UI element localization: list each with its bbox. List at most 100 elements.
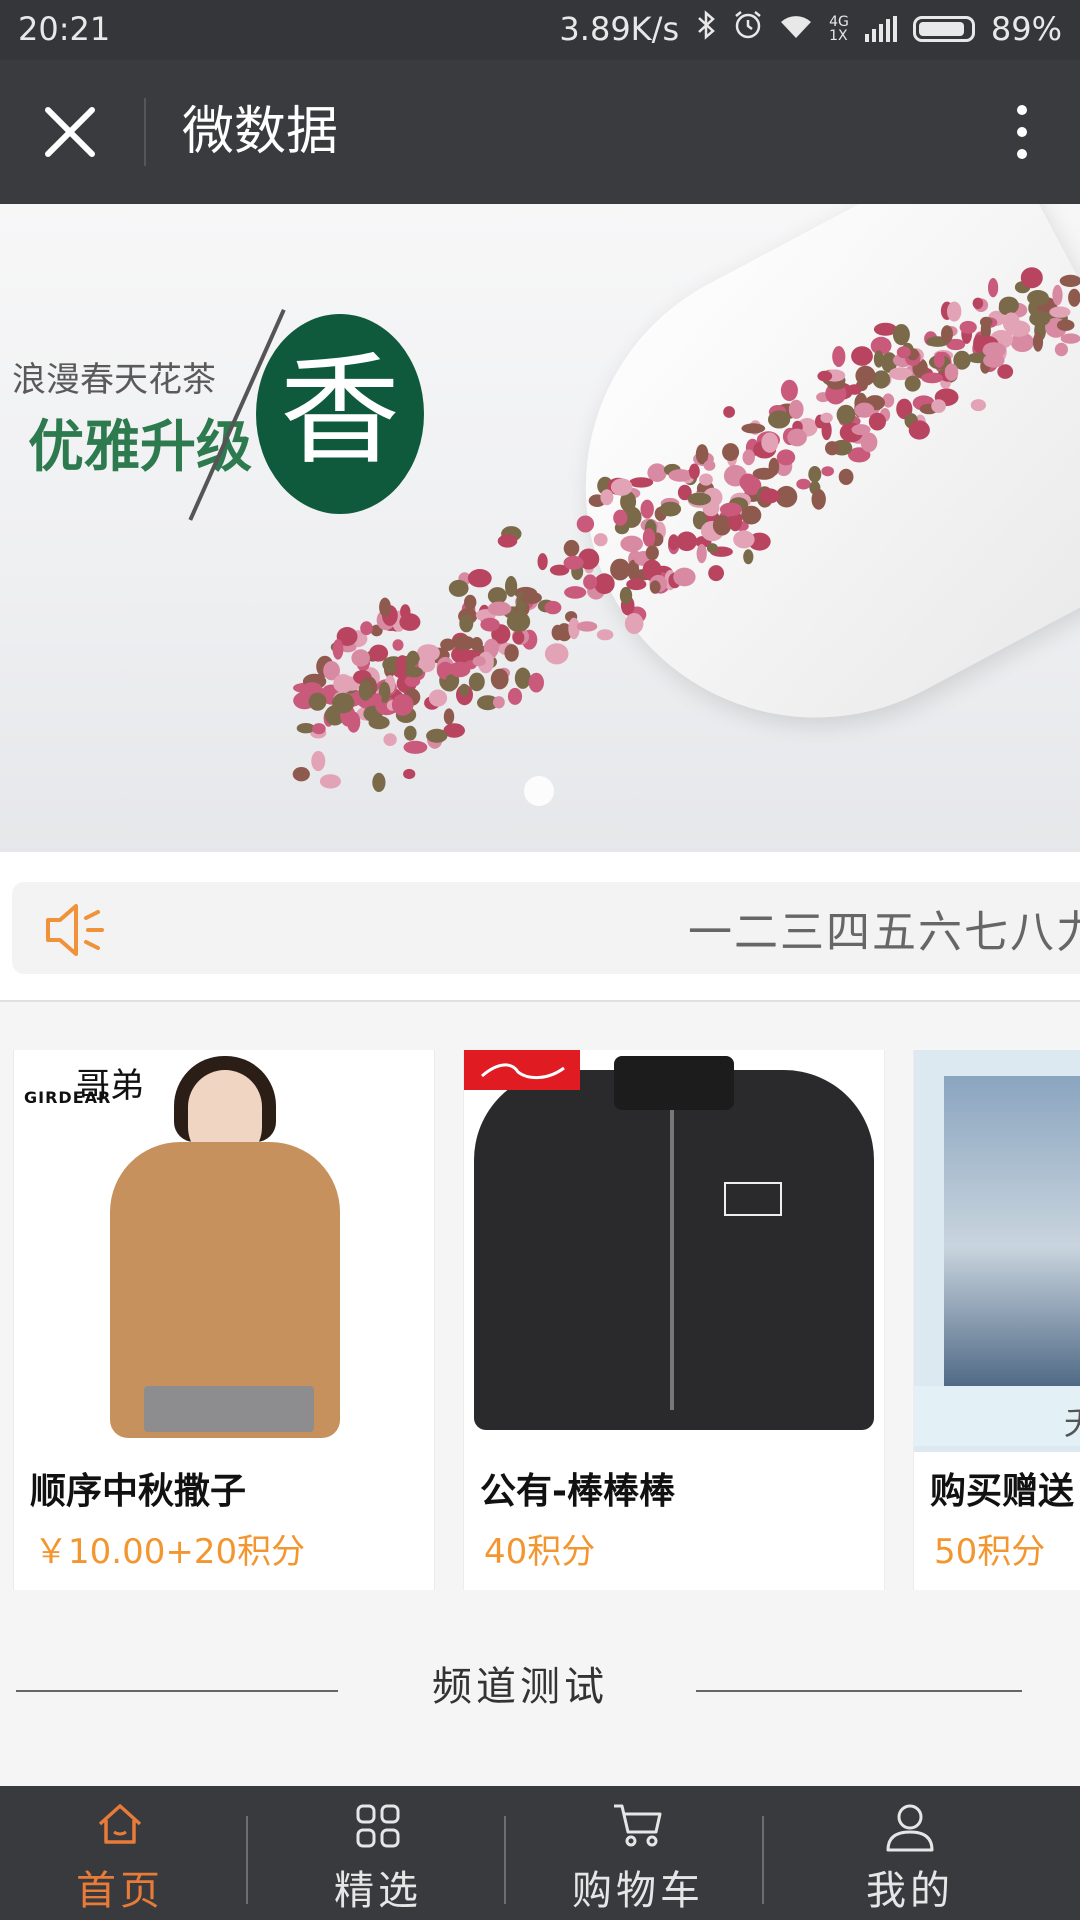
flower-bud <box>768 410 791 429</box>
flower-bud <box>399 613 421 631</box>
flower-bud <box>332 692 355 714</box>
flower-bud <box>358 680 373 701</box>
tab-mine[interactable]: 我的 <box>790 1786 1030 1920</box>
flower-bud <box>708 565 724 582</box>
flower-bud <box>722 443 740 462</box>
flower-bud <box>506 611 531 632</box>
flower-bud <box>504 644 519 662</box>
flower-bud <box>1049 306 1071 318</box>
flower-bud <box>544 643 569 665</box>
flower-bud <box>426 728 448 743</box>
cart-icon <box>614 1804 662 1847</box>
product-price: 40积分 <box>484 1532 596 1572</box>
flower-bud <box>551 624 564 641</box>
alarm-icon <box>733 10 763 48</box>
flower-bud <box>576 515 595 533</box>
product-image <box>464 1050 884 1452</box>
product-price: ￥10.00+20积分 <box>34 1532 306 1572</box>
flower-bud <box>600 489 614 506</box>
flower-bud <box>593 533 608 547</box>
flower-bud <box>379 597 391 617</box>
product-card[interactable]: 夭 购买赠送 50积分 <box>914 1050 1080 1590</box>
flower-bud <box>403 740 428 754</box>
flower-bud <box>403 768 416 780</box>
heading-line-right <box>696 1690 1022 1692</box>
signal-icon <box>864 16 897 42</box>
close-icon[interactable] <box>38 100 102 164</box>
flower-bud <box>640 499 654 519</box>
flower-bud <box>896 346 911 359</box>
flower-bud <box>825 441 840 456</box>
flower-bud <box>308 692 327 711</box>
flower-bud <box>292 767 310 782</box>
flower-bud <box>821 466 834 477</box>
banner-seal: 香 <box>256 314 424 514</box>
flower-bud <box>1020 267 1043 289</box>
flower-bud <box>742 449 755 466</box>
flower-bud <box>1029 311 1051 327</box>
flower-bud <box>904 375 921 392</box>
flower-bud <box>1032 332 1044 352</box>
flower-bud <box>719 502 743 517</box>
flower-bud <box>1027 290 1049 306</box>
product-carousel[interactable]: GIRDEAR 哥弟 顺序中秋撒子 ￥10.00+20积分 公有-棒棒棒 40积… <box>0 1050 1080 1590</box>
network-speed: 3.89K/s <box>559 10 680 48</box>
flower-bud <box>507 687 523 705</box>
flower-bud <box>983 353 1005 368</box>
flower-bud <box>642 528 656 547</box>
carousel-indicator-dot[interactable] <box>524 776 554 806</box>
flower-bud <box>668 534 680 551</box>
banner-carousel[interactable]: 浪漫春天花茶 优雅升级 香 <box>0 204 1080 852</box>
nav-divider <box>144 98 146 166</box>
flower-bud <box>521 591 542 604</box>
banner-headline: 优雅升级 <box>28 414 252 480</box>
flower-bud <box>659 501 682 517</box>
flower-bud <box>1056 319 1075 331</box>
flower-bud <box>512 630 525 645</box>
flower-bud <box>448 579 469 597</box>
flower-bud <box>687 492 712 506</box>
flower-bud <box>838 468 854 485</box>
flower-bud <box>613 509 628 526</box>
flower-bud <box>817 370 833 382</box>
brand-logo-mark: 哥弟 <box>76 1066 144 1106</box>
flower-bud <box>759 488 780 504</box>
flower-bud <box>391 693 414 716</box>
flower-bud <box>931 399 946 413</box>
tab-featured[interactable]: 精选 <box>258 1786 498 1920</box>
status-icons: 3.89K/s 4G 1X 89% <box>559 10 1062 48</box>
notice-marquee-text: 一二三四五六七八力 <box>688 907 1080 958</box>
flower-bud <box>832 346 846 367</box>
more-vertical-icon[interactable] <box>990 98 1054 166</box>
tab-home[interactable]: 首页 <box>0 1786 240 1920</box>
flower-bud <box>629 477 654 488</box>
flower-bud <box>836 404 856 425</box>
flower-bud <box>443 708 455 725</box>
tab-cart[interactable]: 购物车 <box>518 1786 758 1920</box>
flower-bud <box>493 696 505 709</box>
flower-bud <box>706 543 718 554</box>
flower-bud <box>972 297 984 309</box>
flower-bud <box>788 399 804 419</box>
flower-bud <box>514 667 531 689</box>
flower-bud <box>487 601 512 616</box>
product-card[interactable]: GIRDEAR 哥弟 顺序中秋撒子 ￥10.00+20积分 <box>14 1050 434 1590</box>
flower-bud <box>947 301 962 322</box>
flower-bud <box>369 644 389 662</box>
flower-bud <box>459 683 470 697</box>
notice-bar[interactable]: 一二三四五六七八力 <box>12 882 1080 974</box>
product-image: GIRDEAR 哥弟 <box>14 1050 434 1452</box>
flower-bud <box>468 672 485 692</box>
flower-bud <box>610 478 633 496</box>
flower-bud <box>1054 342 1068 357</box>
product-name: 购买赠送 <box>930 1471 1075 1512</box>
flower-bud <box>733 530 755 549</box>
flower-bud <box>921 372 943 384</box>
flower-bud <box>851 346 873 366</box>
flower-bud <box>464 594 477 610</box>
notice-section: 一二三四五六七八力 <box>0 852 1080 1000</box>
flower-bud <box>333 674 354 693</box>
product-card[interactable]: 公有-棒棒棒 40积分 <box>464 1050 884 1590</box>
flower-bud <box>944 363 959 381</box>
flower-bud <box>332 639 344 660</box>
